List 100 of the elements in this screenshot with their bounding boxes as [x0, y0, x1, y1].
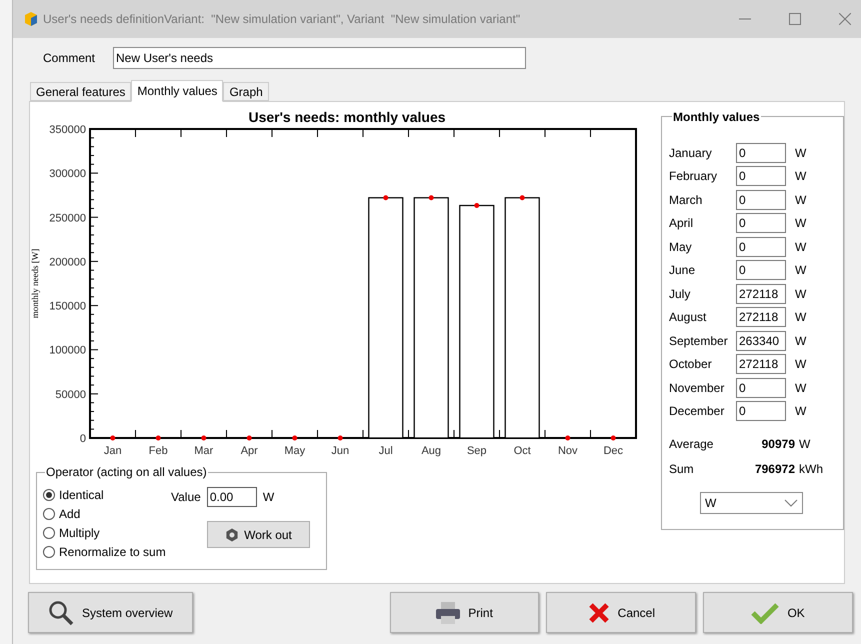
cancel-button[interactable]: Cancel [546, 592, 696, 633]
unit-label: kWh [799, 461, 823, 478]
month-label: April [669, 215, 694, 232]
month-value-field[interactable]: 0 [736, 260, 786, 280]
unit-label: W [795, 332, 806, 350]
unit-label: W [262, 489, 274, 506]
system-overview-button[interactable]: System overview [28, 592, 193, 633]
ok-button[interactable]: OK [703, 592, 853, 633]
data-point [338, 436, 343, 440]
tab[interactable]: General features [30, 82, 132, 101]
unit-label: W [795, 286, 806, 303]
x-tick-label: Aug [421, 445, 442, 457]
month-value-field[interactable]: 0 [736, 213, 786, 234]
x-tick-label: Oct [514, 445, 531, 457]
comment-field[interactable]: New User's needs [113, 47, 526, 69]
x-tick-label: Jun [331, 445, 350, 457]
data-point [201, 436, 206, 440]
magnifier-icon [48, 600, 74, 626]
y-tick-label: 350000 [49, 124, 86, 136]
group-title: Monthly values [672, 109, 761, 125]
y-tick-label: 50000 [55, 388, 86, 401]
y-tick-label: 100000 [49, 344, 86, 357]
month-label: July [669, 286, 692, 303]
month-label: January [669, 144, 713, 162]
y-tick-label: 150000 [49, 300, 86, 313]
radio-button[interactable] [43, 508, 55, 520]
total-label: Average [669, 436, 714, 453]
month-value-field[interactable]: 0 [736, 236, 786, 257]
x-tick-label: Jul [378, 445, 393, 457]
month-value-field[interactable]: 0 [736, 378, 786, 398]
month-label: May [669, 238, 693, 256]
y-tick-label: 250000 [49, 212, 86, 224]
close-icon [588, 602, 610, 624]
gear-icon [225, 528, 240, 542]
chevron-down-icon [784, 499, 798, 507]
printer-icon [436, 602, 460, 624]
radio-label[interactable]: Multiply [59, 524, 100, 542]
month-label: October [669, 356, 713, 374]
unit-label: W [795, 168, 806, 186]
month-label: November [669, 380, 726, 397]
data-point [383, 195, 388, 200]
month-value-field[interactable]: 272118 [736, 284, 786, 304]
month-label: March [669, 192, 704, 209]
unit-label: W [795, 309, 806, 326]
work-out-button[interactable]: Work out [207, 521, 310, 548]
data-point [565, 436, 570, 440]
month-value-field[interactable]: 272118 [736, 354, 786, 374]
month-label: December [669, 403, 726, 420]
x-tick-label: Dec [603, 445, 624, 457]
radio-button[interactable] [43, 489, 55, 501]
value-label: Value [171, 489, 201, 506]
y-tick-label: 300000 [49, 168, 86, 180]
radio-label[interactable]: Identical [59, 486, 104, 504]
window-title: User's needs definitionVariant: "New simulation variant", Variant "New simulation variant" [43, 11, 520, 28]
tab[interactable]: Monthly values [131, 80, 224, 102]
unit-label: W [799, 436, 810, 453]
checkmark-icon [751, 602, 780, 624]
x-tick-label: Apr [240, 445, 258, 457]
data-point [520, 195, 525, 200]
month-value-field[interactable]: 0 [736, 190, 786, 210]
value-field[interactable]: 0.00 [206, 487, 257, 507]
radio-button[interactable] [43, 546, 55, 558]
unit-label: W [795, 380, 806, 397]
month-value-field[interactable]: 0 [736, 142, 786, 163]
x-tick-label: Sep [466, 445, 487, 457]
data-point [156, 436, 161, 440]
month-value-field[interactable]: 0 [736, 166, 786, 186]
radio-button[interactable] [43, 527, 55, 539]
unit-label: W [795, 356, 806, 374]
unit-label: W [795, 262, 806, 280]
close-icon[interactable] [839, 13, 851, 25]
tab[interactable]: Graph [223, 82, 269, 101]
y-tick-label: 0 [80, 433, 86, 445]
radio-label[interactable]: Renormalize to sum [59, 543, 166, 561]
x-tick-label: Jan [104, 445, 122, 457]
print-button[interactable]: Print [390, 592, 540, 633]
total-label: Sum [669, 461, 695, 478]
data-point [474, 203, 480, 208]
unit-dropdown[interactable]: W [700, 492, 803, 514]
x-tick-label: May [284, 445, 306, 457]
radio-label[interactable]: Add [59, 505, 80, 523]
maximize-icon[interactable] [789, 13, 801, 25]
month-value-field[interactable]: 0 [736, 401, 786, 422]
month-label: February [669, 168, 718, 186]
month-value-field[interactable]: 272118 [736, 307, 786, 328]
unit-label: W [795, 215, 806, 232]
data-point [292, 436, 298, 440]
month-label: September [669, 332, 729, 350]
data-point [246, 436, 252, 440]
y-tick-label: 200000 [49, 256, 86, 268]
x-tick-label: Feb [148, 445, 168, 457]
unit-label: W [795, 192, 806, 209]
month-value-field[interactable]: 263340 [736, 330, 786, 351]
month-label: August [669, 309, 708, 326]
y-axis-title: monthly needs [W] [30, 248, 40, 318]
comment-label: Comment [43, 50, 96, 67]
x-tick-label: Mar [194, 445, 214, 457]
unit-label: W [795, 144, 806, 162]
x-tick-label: Nov [558, 445, 578, 457]
total-value: 90979 [760, 436, 795, 453]
